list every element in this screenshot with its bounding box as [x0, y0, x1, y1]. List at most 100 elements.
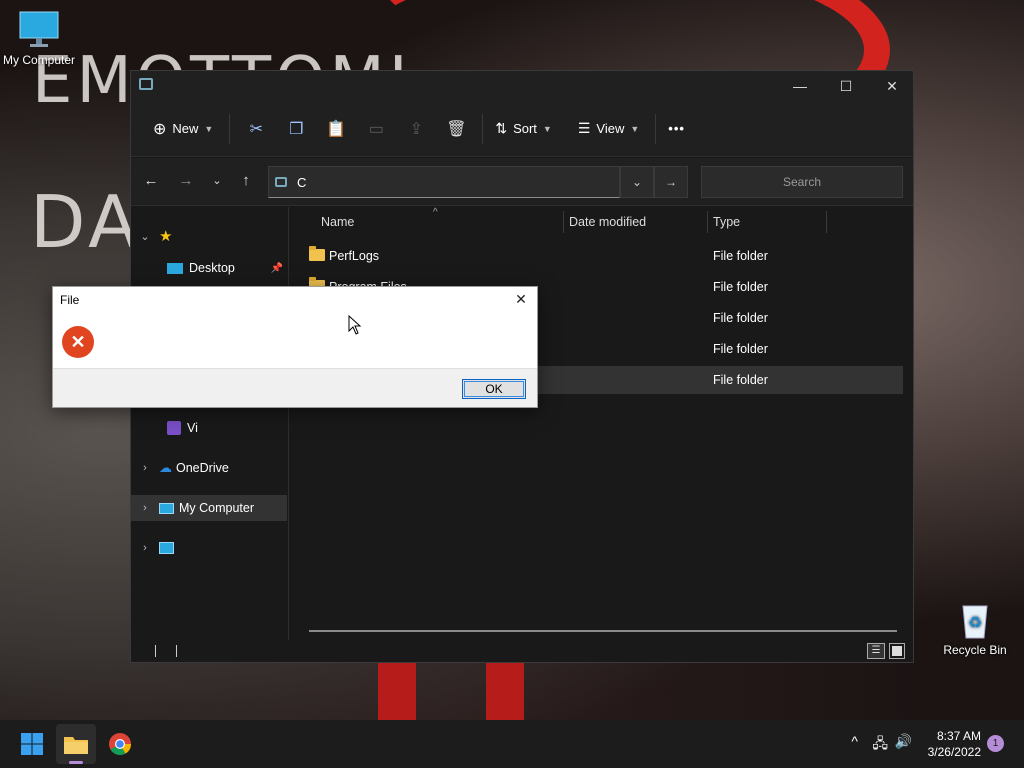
desktop-folder-icon — [167, 262, 183, 274]
notification-badge[interactable]: 1 — [987, 735, 1004, 752]
network-tray-icon[interactable]: 🖧 — [872, 733, 888, 757]
divider — [482, 113, 484, 144]
column-header-date-modified[interactable]: Date modified — [569, 215, 646, 229]
taskbar: ^ 🖧 🔊 8:37 AM 3/26/2022 1 — [0, 720, 1024, 768]
error-dialog: File ✕ ✕ OK — [52, 286, 538, 408]
status-bar: ☰ — [131, 640, 913, 662]
nav-item-label: Desktop — [189, 261, 235, 275]
column-header-type[interactable]: Type — [713, 215, 740, 229]
more-options-button[interactable]: ••• — [662, 113, 691, 145]
nav-item-onedrive[interactable]: › ☁ OneDrive — [131, 455, 287, 481]
chevron-right-icon: › — [143, 542, 147, 554]
file-type: File folder — [713, 249, 768, 263]
chrome-taskbar-button[interactable] — [100, 724, 140, 764]
videos-folder-icon — [167, 421, 181, 435]
view-label: View — [596, 121, 625, 136]
column-header-name[interactable]: Name — [321, 215, 354, 229]
delete-icon: 🗑 — [446, 120, 467, 138]
sort-button[interactable]: ⇅ Sort ▼ — [489, 113, 558, 145]
horizontal-scrollbar[interactable] — [309, 630, 897, 632]
address-row: ← → ⌄ ↑ C ⌄ → Search — [131, 158, 913, 206]
view-icon: ☰ — [577, 120, 591, 136]
arrow-up-icon: ↑ — [242, 171, 250, 189]
error-icon: ✕ — [62, 326, 94, 358]
share-icon: ⇪ — [409, 120, 424, 138]
nav-item-network[interactable]: › — [131, 535, 287, 561]
recent-locations-button[interactable]: ⌄ — [203, 166, 231, 194]
drive-icon — [139, 78, 153, 90]
rename-button[interactable]: ▭ — [356, 113, 396, 145]
recycle-bin-icon: ♻ — [962, 605, 988, 639]
file-name: PerfLogs — [329, 249, 380, 263]
network-icon — [159, 542, 174, 554]
navigation-pane: ⌄ ★ Desktop 📌 Vi › ☁ OneDrive › My Compu… — [131, 207, 289, 640]
dialog-title: File — [60, 293, 80, 307]
nav-item-videos[interactable]: Vi — [131, 415, 287, 441]
maximize-button[interactable]: ☐ — [823, 71, 869, 101]
sort-icon: ⇅ — [495, 120, 508, 136]
view-button[interactable]: ☰ View ▼ — [572, 113, 645, 145]
forward-button[interactable]: → — [172, 166, 200, 194]
mouse-cursor-icon — [348, 315, 362, 335]
search-input[interactable]: Search — [701, 166, 903, 198]
chevron-right-icon: › — [143, 462, 147, 474]
svg-text:♻: ♻ — [968, 613, 982, 632]
chevron-down-icon: ⌄ — [212, 174, 222, 187]
folder-icon — [309, 246, 325, 261]
cloud-icon: ☁ — [159, 460, 172, 475]
table-row[interactable]: PerfLogs File folder — [305, 242, 903, 270]
monitor-icon — [19, 11, 59, 47]
clock-date: 3/26/2022 — [927, 745, 981, 759]
go-button[interactable]: → — [654, 166, 688, 198]
new-button[interactable]: ⊕ New ▼ — [147, 113, 219, 145]
desktop-icon-my-computer[interactable]: My Computer — [0, 10, 84, 67]
chevron-up-icon: ^ — [851, 733, 858, 749]
file-type: File folder — [713, 342, 768, 356]
file-type: File folder — [713, 373, 768, 387]
chevron-right-icon: › — [143, 502, 147, 514]
ok-button[interactable]: OK — [462, 379, 526, 399]
minimize-button[interactable]: — — [777, 71, 823, 101]
start-button[interactable] — [12, 724, 52, 764]
tiles-view-button[interactable] — [889, 643, 905, 659]
star-icon: ★ — [159, 228, 173, 245]
chrome-icon — [109, 733, 131, 755]
column-separator[interactable] — [826, 211, 827, 233]
nav-item-label: My Computer — [179, 501, 255, 515]
column-separator[interactable] — [707, 211, 708, 233]
paste-button[interactable]: 📋 — [316, 113, 356, 145]
nav-item-desktop[interactable]: Desktop 📌 — [131, 255, 287, 281]
close-button[interactable]: ✕ — [869, 71, 915, 101]
volume-icon[interactable]: 🔊 — [895, 733, 912, 750]
arrow-left-icon: ← — [143, 171, 159, 189]
desktop-icon-label: My Computer — [2, 53, 76, 67]
show-hidden-icons-button[interactable]: ^ — [851, 733, 858, 749]
up-button[interactable]: ↑ — [232, 166, 260, 194]
desktop-icon-recycle-bin[interactable]: ♻ Recycle Bin — [930, 600, 1020, 657]
copy-button[interactable]: ❐ — [276, 113, 316, 145]
copy-icon: ❐ — [289, 120, 304, 138]
cut-icon: ✂ — [249, 120, 264, 138]
address-dropdown-button[interactable]: ⌄ — [620, 166, 654, 198]
address-path: C — [297, 174, 307, 190]
details-view-button[interactable]: ☰ — [867, 643, 885, 659]
dialog-close-button[interactable]: ✕ — [511, 291, 531, 309]
chevron-down-icon: ▼ — [542, 123, 552, 134]
command-bar: ⊕ New ▼ ✂ ❐ 📋 ▭ ⇪ 🗑 ⇅ Sort ▼ ☰ View ▼ ••… — [131, 101, 913, 157]
divider — [229, 113, 231, 144]
cut-button[interactable]: ✂ — [236, 113, 276, 145]
nav-item-quick-access[interactable]: ⌄ ★ — [131, 223, 287, 249]
tiles-view-icon — [892, 646, 902, 656]
chevron-down-icon: ▼ — [204, 123, 214, 134]
nav-item-my-computer[interactable]: › My Computer — [131, 495, 287, 521]
back-button[interactable]: ← — [137, 166, 165, 194]
clock[interactable]: 8:37 AM 3/26/2022 — [928, 728, 981, 760]
address-bar[interactable]: C — [268, 166, 620, 198]
wallpaper-red-bar — [378, 660, 416, 720]
share-button[interactable]: ⇪ — [396, 113, 436, 145]
column-separator[interactable] — [563, 211, 564, 233]
active-indicator — [69, 761, 83, 764]
status-divider — [155, 645, 156, 657]
file-explorer-taskbar-button[interactable] — [56, 724, 96, 764]
delete-button[interactable]: 🗑 — [436, 113, 476, 145]
